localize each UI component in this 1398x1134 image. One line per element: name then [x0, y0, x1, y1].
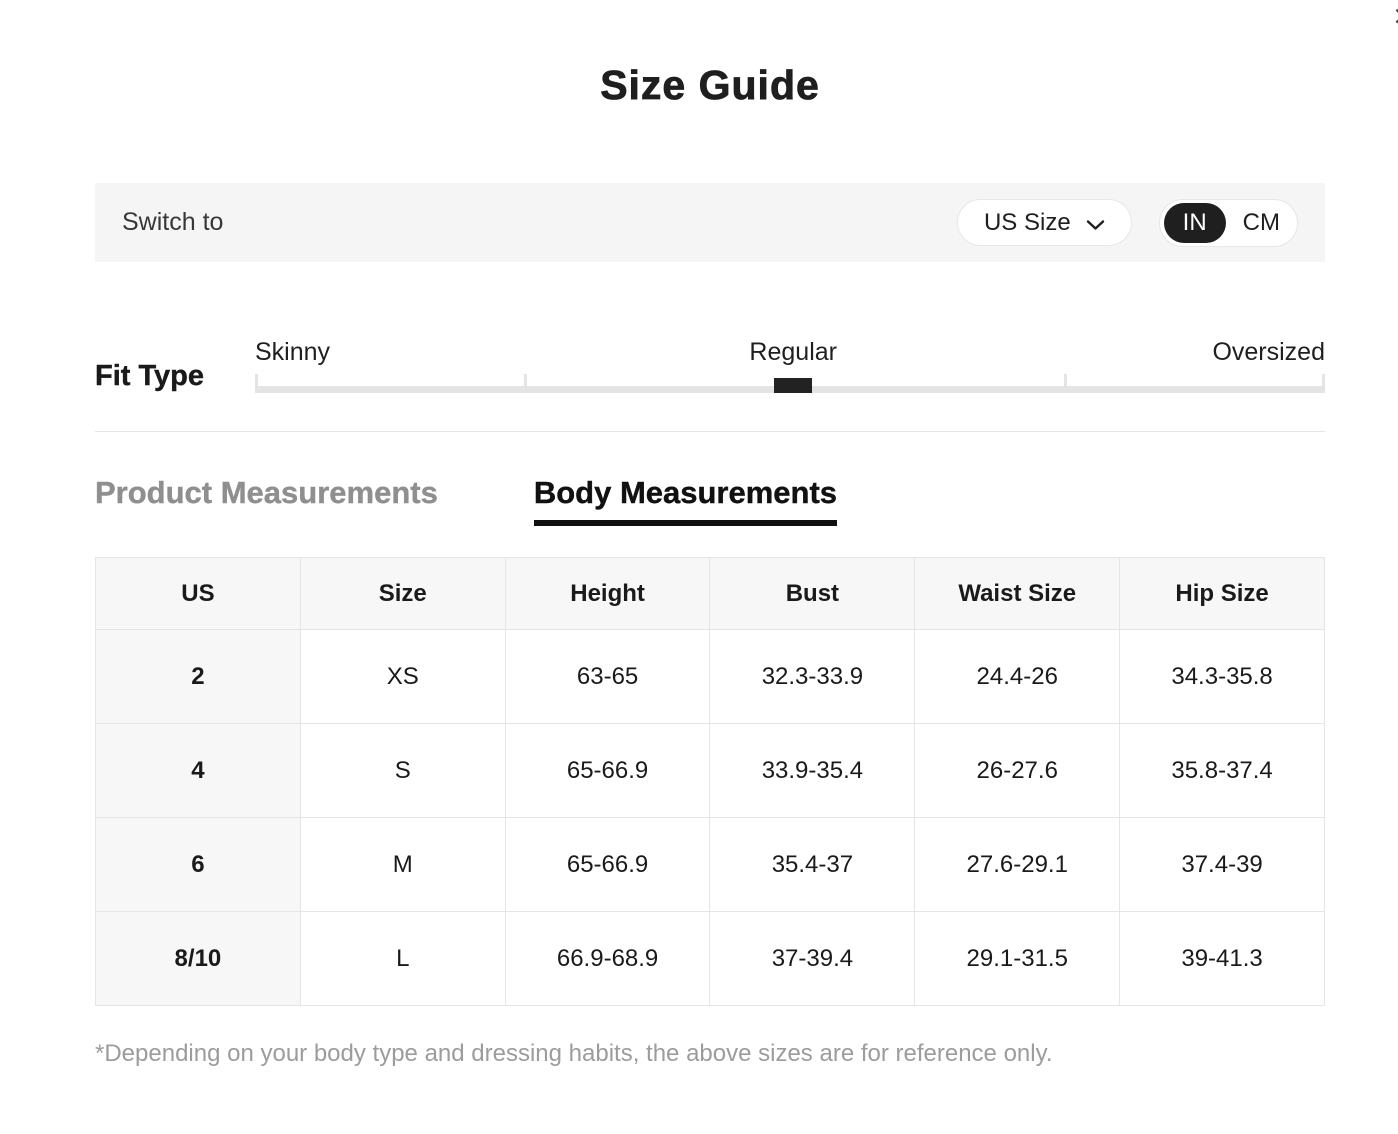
switch-bar: Switch to US Size IN CM [95, 183, 1325, 262]
slider-handle[interactable] [774, 378, 812, 393]
fit-type-slider[interactable]: Skinny Regular Oversized [255, 338, 1325, 393]
unit-option-in[interactable]: IN [1164, 203, 1226, 243]
switch-to-label: Switch to [122, 208, 223, 237]
page-title: Size Guide [0, 62, 1398, 109]
column-header: US [96, 558, 301, 630]
size-guide-dialog: × Size Guide Switch to US Size IN CM [0, 0, 1398, 1134]
measurement-cell: 29.1-31.5 [915, 912, 1120, 1006]
fit-type-label: Fit Type [95, 338, 255, 393]
size-standard-dropdown[interactable]: US Size [957, 199, 1132, 246]
content-container: Switch to US Size IN CM Fit Type [95, 183, 1325, 1068]
fit-option-regular[interactable]: Regular [749, 338, 837, 367]
fit-option-oversized[interactable]: Oversized [1212, 338, 1325, 367]
table-row: 2XS63-6532.3-33.924.4-2634.3-35.8 [96, 630, 1325, 724]
measurement-cell: 37-39.4 [710, 912, 915, 1006]
footnote: *Depending on your body type and dressin… [95, 1040, 1325, 1068]
measurement-cell: 27.6-29.1 [915, 818, 1120, 912]
slider-tick [255, 374, 258, 393]
measurement-cell: M [300, 818, 505, 912]
slider-tick [1322, 374, 1325, 393]
measurement-cell: 63-65 [505, 630, 710, 724]
us-size-cell: 6 [96, 818, 301, 912]
measurement-cell: 66.9-68.9 [505, 912, 710, 1006]
measurement-cell: 65-66.9 [505, 818, 710, 912]
measurement-cell: 26-27.6 [915, 724, 1120, 818]
measurement-cell: 24.4-26 [915, 630, 1120, 724]
measurement-cell: 37.4-39 [1120, 818, 1325, 912]
measurement-cell: 34.3-35.8 [1120, 630, 1325, 724]
slider-tick [524, 374, 527, 393]
measurement-cell: 32.3-33.9 [710, 630, 915, 724]
table-body: 2XS63-6532.3-33.924.4-2634.3-35.84S65-66… [96, 630, 1325, 1006]
slider-tick [1064, 374, 1067, 393]
tab-body-measurements[interactable]: Body Measurements [534, 475, 837, 526]
column-header: Hip Size [1120, 558, 1325, 630]
section-divider [95, 431, 1325, 432]
us-size-cell: 4 [96, 724, 301, 818]
column-header: Height [505, 558, 710, 630]
fit-option-skinny[interactable]: Skinny [255, 338, 330, 367]
column-header: Waist Size [915, 558, 1120, 630]
measurement-cell: S [300, 724, 505, 818]
table-row: 4S65-66.933.9-35.426-27.635.8-37.4 [96, 724, 1325, 818]
size-table: USSizeHeightBustWaist SizeHip Size 2XS63… [95, 557, 1325, 1006]
measurement-cell: L [300, 912, 505, 1006]
column-header: Size [300, 558, 505, 630]
us-size-cell: 2 [96, 630, 301, 724]
unit-option-cm[interactable]: CM [1226, 203, 1297, 243]
fit-type-section: Fit Type Skinny Regular Oversized [95, 338, 1325, 393]
table-row: 6M65-66.935.4-3727.6-29.137.4-39 [96, 818, 1325, 912]
table-header-row: USSizeHeightBustWaist SizeHip Size [96, 558, 1325, 630]
switch-controls: US Size IN CM [957, 199, 1298, 247]
measurement-cell: 39-41.3 [1120, 912, 1325, 1006]
size-standard-value: US Size [984, 209, 1071, 237]
slider-track[interactable] [255, 386, 1325, 393]
measurement-cell: 65-66.9 [505, 724, 710, 818]
measurement-cell: 35.4-37 [710, 818, 915, 912]
close-icon[interactable]: × [1393, 0, 1398, 32]
measurement-tabs: Product Measurements Body Measurements [95, 475, 1325, 526]
unit-toggle[interactable]: IN CM [1159, 199, 1298, 247]
tab-product-measurements[interactable]: Product Measurements [95, 475, 438, 511]
table-row: 8/10L66.9-68.937-39.429.1-31.539-41.3 [96, 912, 1325, 1006]
measurement-cell: 33.9-35.4 [710, 724, 915, 818]
measurement-cell: 35.8-37.4 [1120, 724, 1325, 818]
column-header: Bust [710, 558, 915, 630]
measurement-cell: XS [300, 630, 505, 724]
us-size-cell: 8/10 [96, 912, 301, 1006]
chevron-down-icon [1086, 210, 1105, 238]
